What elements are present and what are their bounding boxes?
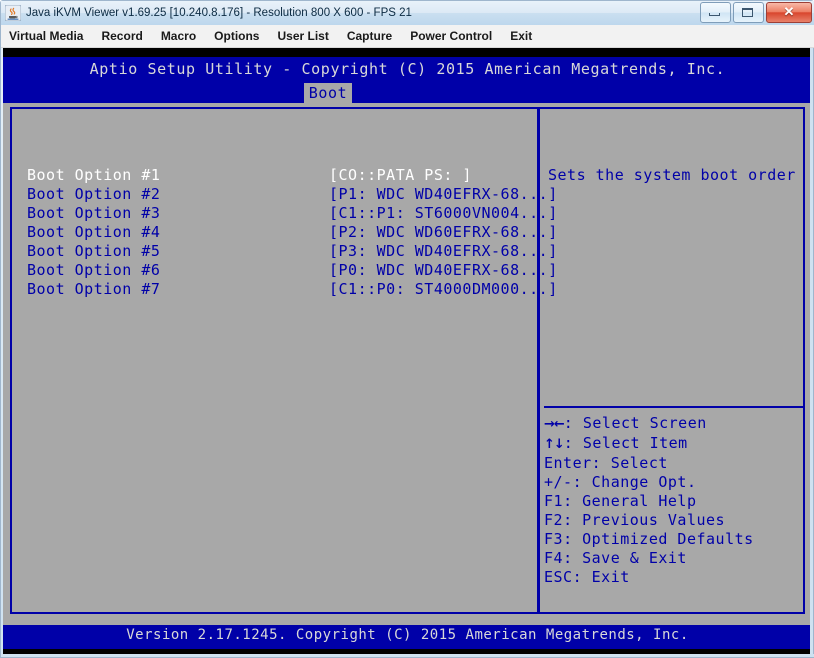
key-legend-action-7: Save & Exit <box>582 549 687 567</box>
menu-item-virtual-media[interactable]: Virtual Media <box>1 26 92 47</box>
bios-version-footer: Version 2.17.1245. Copyright (C) 2015 Am… <box>126 627 689 643</box>
window-title: Java iKVM Viewer v1.69.25 [10.240.8.176]… <box>26 7 412 19</box>
bios-header-band: Aptio Setup Utility - Copyright (C) 2015… <box>3 57 812 103</box>
key-legend-action-8: Exit <box>591 568 630 586</box>
boot-option-row-5[interactable]: Boot Option #5 [P3: WDC WD40EFRX-68...] <box>27 242 557 261</box>
key-legend-action-6: Optimized Defaults <box>582 530 754 548</box>
help-pane: Sets the system boot order <box>548 166 798 185</box>
key-legend-sep-2: : <box>591 454 611 472</box>
close-button[interactable]: ✕ <box>766 2 812 23</box>
window-bottom-strip <box>1 654 814 657</box>
key-legend-sep-7: : <box>563 549 583 567</box>
boot-option-value-1: [CO::PATA PS: ] <box>329 166 472 184</box>
key-legend-action-4: General Help <box>582 492 697 510</box>
boot-option-label-7: Boot Option #7 <box>27 280 161 298</box>
menu-item-macro[interactable]: Macro <box>152 26 205 47</box>
key-legend-keys-7: F4 <box>544 549 564 567</box>
boot-option-label-6: Boot Option #6 <box>27 261 161 279</box>
boot-option-row-7[interactable]: Boot Option #7 [C1::P0: ST4000DM000...] <box>27 280 557 299</box>
key-legend-sep-1: : <box>563 434 583 452</box>
boot-option-value-2: [P1: WDC WD40EFRX-68...] <box>329 185 558 203</box>
up-down-arrow-icon: ↑↓ <box>544 437 565 452</box>
bios-footer-band: Version 2.17.1245. Copyright (C) 2015 Am… <box>3 625 812 649</box>
title-bar[interactable]: Java iKVM Viewer v1.69.25 [10.240.8.176]… <box>1 1 814 25</box>
key-legend-row-enter: Enter: Select <box>544 454 804 473</box>
key-legend-action-5: Previous Values <box>582 511 726 529</box>
close-icon: ✕ <box>783 4 795 19</box>
bios-tab-bar: Boot <box>3 83 812 103</box>
key-legend-row-f3: F3: Optimized Defaults <box>544 530 804 549</box>
menu-item-options[interactable]: Options <box>205 26 268 47</box>
boot-option-row-2[interactable]: Boot Option #2 [P1: WDC WD40EFRX-68...] <box>27 185 557 204</box>
bios-body: Boot Option #1 [CO::PATA PS: ] Boot Opti… <box>3 103 812 620</box>
left-right-arrow-icon: →← <box>544 417 565 432</box>
java-coffee-cup-icon <box>4 4 22 22</box>
key-legend-sep-5: : <box>563 511 583 529</box>
boot-option-label-2: Boot Option #2 <box>27 185 161 203</box>
key-legend-row-esc: ESC: Exit <box>544 568 804 587</box>
menu-bar: Virtual Media Record Macro Options User … <box>1 25 814 48</box>
bios-setup-screen: Aptio Setup Utility - Copyright (C) 2015… <box>3 48 812 656</box>
key-legend-sep-8: : <box>572 568 592 586</box>
key-legend-sep-6: : <box>563 530 583 548</box>
boot-option-value-5: [P3: WDC WD40EFRX-68...] <box>329 242 558 260</box>
key-legend-action-0: Select Screen <box>582 414 707 432</box>
minimize-button[interactable] <box>700 2 731 23</box>
key-legend-sep-4: : <box>563 492 583 510</box>
key-legend-action-2: Select <box>610 454 668 472</box>
key-legend-keys-8: ESC <box>544 568 573 586</box>
boot-option-label-5: Boot Option #5 <box>27 242 161 260</box>
kvm-right-gutter <box>810 48 813 656</box>
boot-option-row-6[interactable]: Boot Option #6 [P0: WDC WD40EFRX-68...] <box>27 261 557 280</box>
help-text: Sets the system boot order <box>548 166 796 184</box>
key-legend-row-f4: F4: Save & Exit <box>544 549 804 568</box>
boot-options-list: Boot Option #1 [CO::PATA PS: ] Boot Opti… <box>27 166 557 299</box>
bios-title: Aptio Setup Utility - Copyright (C) 2015… <box>89 60 726 78</box>
maximize-button[interactable] <box>733 2 764 23</box>
key-legend: →←: Select Screen ↑↓: Select Item Enter:… <box>544 414 804 587</box>
tab-boot[interactable]: Boot <box>304 83 352 103</box>
help-divider <box>544 406 803 408</box>
menu-item-capture[interactable]: Capture <box>338 26 401 47</box>
menu-item-exit[interactable]: Exit <box>501 26 541 47</box>
boot-option-value-3: [C1::P1: ST6000VN004...] <box>329 204 558 222</box>
boot-option-value-4: [P2: WDC WD60EFRX-68...] <box>329 223 558 241</box>
boot-option-row-1[interactable]: Boot Option #1 [CO::PATA PS: ] <box>27 166 527 185</box>
key-legend-sep-3: : <box>572 473 592 491</box>
kvm-video-area[interactable]: Aptio Setup Utility - Copyright (C) 2015… <box>3 48 812 656</box>
key-legend-action-3: Change Opt. <box>591 473 697 491</box>
key-legend-keys-4: F1 <box>544 492 564 510</box>
boot-option-label-1: Boot Option #1 <box>27 166 161 184</box>
boot-option-label-3: Boot Option #3 <box>27 204 161 222</box>
key-legend-row-change-opt: +/-: Change Opt. <box>544 473 804 492</box>
menu-item-power-control[interactable]: Power Control <box>401 26 501 47</box>
boot-option-label-4: Boot Option #4 <box>27 223 161 241</box>
menu-item-record[interactable]: Record <box>92 26 151 47</box>
minimize-icon <box>709 13 720 16</box>
maximize-icon <box>742 8 753 17</box>
key-legend-keys-6: F3 <box>544 530 564 548</box>
boot-option-row-3[interactable]: Boot Option #3 [C1::P1: ST6000VN004...] <box>27 204 557 223</box>
window-controls: ✕ <box>700 2 812 23</box>
menu-item-user-list[interactable]: User List <box>268 26 337 47</box>
boot-option-row-4[interactable]: Boot Option #4 [P2: WDC WD60EFRX-68...] <box>27 223 557 242</box>
key-legend-row-f1: F1: General Help <box>544 492 804 511</box>
boot-option-value-6: [P0: WDC WD40EFRX-68...] <box>329 261 558 279</box>
key-legend-row-select-screen: →←: Select Screen <box>544 414 804 434</box>
boot-option-value-7: [C1::P0: ST4000DM000...] <box>329 280 558 298</box>
key-legend-keys-2: Enter <box>544 454 592 472</box>
key-legend-keys-5: F2 <box>544 511 564 529</box>
key-legend-keys-3: +/- <box>544 473 573 491</box>
key-legend-row-select-item: ↑↓: Select Item <box>544 434 804 454</box>
key-legend-action-1: Select Item <box>582 434 688 452</box>
kvm-viewer-window: Java iKVM Viewer v1.69.25 [10.240.8.176]… <box>0 0 814 658</box>
key-legend-sep-0: : <box>563 414 583 432</box>
key-legend-row-f2: F2: Previous Values <box>544 511 804 530</box>
pane-divider <box>537 107 540 614</box>
